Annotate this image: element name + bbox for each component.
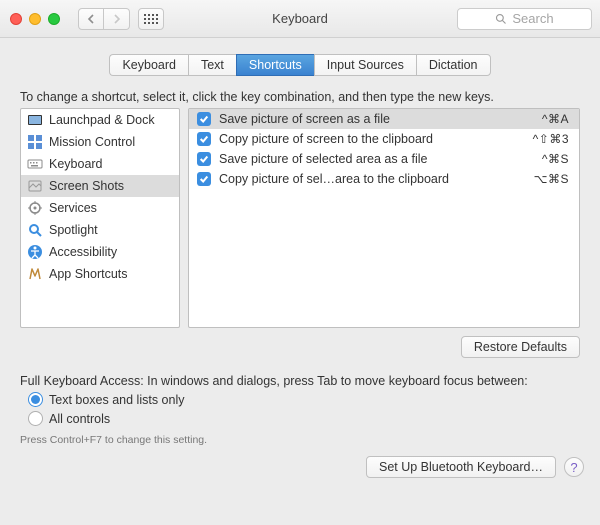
radio-button-unchecked[interactable] — [28, 411, 43, 426]
tab-bar: KeyboardTextShortcutsInput SourcesDictat… — [0, 54, 600, 76]
minimize-window-button[interactable] — [29, 13, 41, 25]
sidebar-item-screen-shots[interactable]: Screen Shots — [21, 175, 179, 197]
full-keyboard-access: Full Keyboard Access: In windows and dia… — [20, 374, 580, 446]
nav-buttons — [78, 8, 130, 30]
screenshots-icon — [27, 178, 43, 194]
shortcut-keys[interactable]: ^⌘S — [542, 152, 569, 166]
search-icon — [495, 13, 507, 25]
launchpad-icon — [27, 112, 43, 128]
services-icon — [27, 200, 43, 216]
sidebar-item-label: Screen Shots — [49, 179, 124, 193]
tab-text[interactable]: Text — [188, 54, 236, 76]
tab-input-sources[interactable]: Input Sources — [314, 54, 416, 76]
sidebar-item-accessibility[interactable]: Accessibility — [21, 241, 179, 263]
fka-hint: Press Control+F7 to change this setting. — [20, 434, 580, 446]
sidebar-item-app-shortcuts[interactable]: App Shortcuts — [21, 263, 179, 285]
shortcut-checkbox[interactable] — [197, 132, 211, 146]
sidebar-item-label: Services — [49, 201, 97, 215]
tab-dictation[interactable]: Dictation — [416, 54, 491, 76]
fka-option2-label: All controls — [49, 412, 110, 426]
keyboard-icon — [27, 156, 43, 172]
shortcut-keys[interactable]: ^⇧⌘3 — [533, 132, 569, 146]
mission-icon — [27, 134, 43, 150]
fka-option1-label: Text boxes and lists only — [49, 393, 185, 407]
shortcut-list[interactable]: Save picture of screen as a file ^⌘A Copy … — [188, 108, 580, 328]
spotlight-icon — [27, 222, 43, 238]
titlebar: Keyboard Search — [0, 0, 600, 38]
shortcut-label: Save picture of selected area as a file — [219, 152, 534, 166]
shortcut-row[interactable]: Save picture of selected area as a file ^… — [189, 149, 579, 169]
fka-option-textboxes[interactable]: Text boxes and lists only — [28, 392, 580, 407]
sidebar-item-launchpad-dock[interactable]: Launchpad & Dock — [21, 109, 179, 131]
shortcut-row[interactable]: Copy picture of sel…area to the clipboar… — [189, 169, 579, 189]
sidebar-item-label: App Shortcuts — [49, 267, 128, 281]
help-button[interactable]: ? — [564, 457, 584, 477]
back-button[interactable] — [78, 8, 104, 30]
sidebar-item-label: Spotlight — [49, 223, 98, 237]
sidebar-item-mission-control[interactable]: Mission Control — [21, 131, 179, 153]
zoom-window-button[interactable] — [48, 13, 60, 25]
shortcut-keys[interactable]: ⌥⌘S — [534, 172, 569, 186]
shortcut-label: Copy picture of sel…area to the clipboar… — [219, 172, 526, 186]
shortcut-checkbox[interactable] — [197, 172, 211, 186]
shortcut-checkbox[interactable] — [197, 112, 211, 126]
forward-button[interactable] — [104, 8, 130, 30]
shortcut-row[interactable]: Copy picture of screen to the clipboard ^… — [189, 129, 579, 149]
sidebar-item-keyboard[interactable]: Keyboard — [21, 153, 179, 175]
sidebar-item-label: Accessibility — [49, 245, 117, 259]
shortcut-label: Copy picture of screen to the clipboard — [219, 132, 525, 146]
radio-button-checked[interactable] — [28, 392, 43, 407]
tab-shortcuts[interactable]: Shortcuts — [236, 54, 314, 76]
show-all-button[interactable] — [138, 8, 164, 30]
shortcut-label: Save picture of screen as a file — [219, 112, 534, 126]
tab-keyboard[interactable]: Keyboard — [109, 54, 188, 76]
appshortcuts-icon — [27, 266, 43, 282]
shortcut-checkbox[interactable] — [197, 152, 211, 166]
sidebar-item-label: Launchpad & Dock — [49, 113, 155, 127]
sidebar-item-spotlight[interactable]: Spotlight — [21, 219, 179, 241]
category-list[interactable]: Launchpad & Dock Mission Control Keyboard S… — [20, 108, 180, 328]
setup-bluetooth-button[interactable]: Set Up Bluetooth Keyboard… — [366, 456, 556, 478]
fka-option-allcontrols[interactable]: All controls — [28, 411, 580, 426]
shortcut-keys[interactable]: ^⌘A — [542, 112, 569, 126]
close-window-button[interactable] — [10, 13, 22, 25]
restore-defaults-button[interactable]: Restore Defaults — [461, 336, 580, 358]
sidebar-item-services[interactable]: Services — [21, 197, 179, 219]
shortcut-row[interactable]: Save picture of screen as a file ^⌘A — [189, 109, 579, 129]
fka-label: Full Keyboard Access: In windows and dia… — [20, 374, 580, 388]
traffic-lights — [10, 13, 60, 25]
sidebar-item-label: Mission Control — [49, 135, 135, 149]
search-placeholder: Search — [512, 11, 553, 26]
search-input[interactable]: Search — [457, 8, 592, 30]
sidebar-item-label: Keyboard — [49, 157, 103, 171]
accessibility-icon — [27, 244, 43, 260]
instruction-text: To change a shortcut, select it, click t… — [20, 90, 580, 104]
